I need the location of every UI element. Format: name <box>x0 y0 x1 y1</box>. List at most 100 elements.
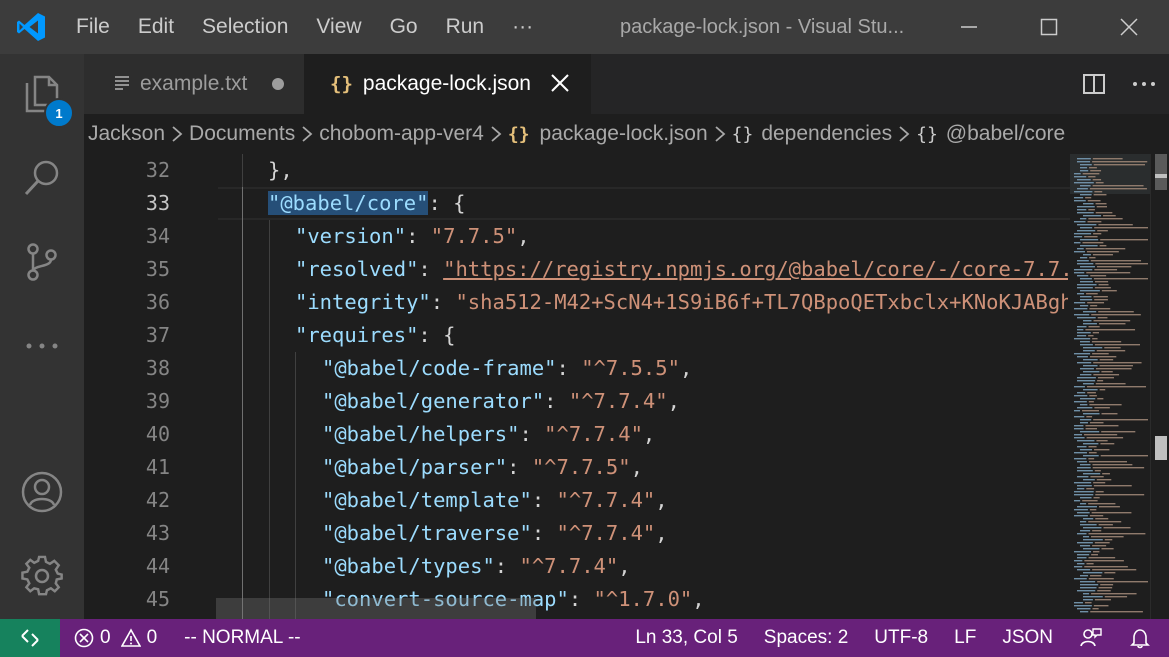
breadcrumb-item[interactable]: Jackson <box>88 122 165 146</box>
chevron-right-icon <box>898 124 910 144</box>
breadcrumb-file[interactable]: {} package-lock.json <box>508 122 708 146</box>
minimap[interactable] <box>1070 154 1150 619</box>
code-line-40: "@babel/helpers": "^7.7.4", <box>322 422 656 446</box>
code-line-42: "@babel/template": "^7.7.4", <box>322 488 668 512</box>
menu-bar: File Edit Selection View Go Run ··· <box>62 0 547 54</box>
warning-count: 0 <box>146 627 158 648</box>
line-number: 32 <box>145 158 170 182</box>
minimize-button[interactable] <box>929 0 1009 54</box>
code-line-35: "resolved": "https://registry.npmjs.org/… <box>295 253 1068 286</box>
remote-indicator-button[interactable] <box>0 619 60 657</box>
breadcrumb-symbol-label: dependencies <box>761 122 893 145</box>
window-title: package-lock.json - Visual Stu... <box>620 16 905 38</box>
json-key: "@babel/core" <box>268 191 429 215</box>
chevron-right-icon <box>301 124 313 144</box>
horizontal-scrollbar[interactable] <box>216 598 536 619</box>
tab-package-lock-json[interactable]: {} package-lock.json <box>304 54 591 114</box>
breadcrumb-file-label: package-lock.json <box>539 122 708 145</box>
line-number: 37 <box>145 323 170 347</box>
menu-run[interactable]: Run <box>432 0 499 54</box>
language-mode[interactable]: JSON <box>989 619 1066 657</box>
scrollbar-position-marker <box>1155 436 1167 460</box>
link: "https://registry.npmjs.org/@babel/core/… <box>443 257 1068 281</box>
json-icon: {} <box>507 123 530 145</box>
menu-more[interactable]: ··· <box>498 0 547 54</box>
menu-file[interactable]: File <box>62 0 124 54</box>
more-icon <box>26 343 58 349</box>
code-area[interactable]: }, "@babel/core": { "version": "7.7.5", … <box>216 154 1068 619</box>
line-number-active: 33 <box>145 191 170 215</box>
chevron-right-icon <box>490 124 502 144</box>
feedback-icon <box>1080 628 1102 647</box>
code-line-38: "@babel/code-frame": "^7.5.5", <box>322 356 693 380</box>
title-bar: File Edit Selection View Go Run ··· pack… <box>0 0 1169 54</box>
manage-button[interactable] <box>0 536 84 616</box>
accounts-button[interactable] <box>0 452 84 532</box>
more-views-button[interactable] <box>0 306 84 386</box>
scrollbar-marker <box>1155 174 1167 178</box>
line-number: 43 <box>145 521 170 545</box>
code-editor[interactable]: 32 33 34 35 36 37 38 39 40 41 42 43 44 4… <box>84 154 1169 619</box>
warning-icon <box>120 628 141 647</box>
error-count: 0 <box>100 627 111 648</box>
cursor-position[interactable]: Ln 33, Col 5 <box>622 619 750 657</box>
tab-bar: example.txt {} package-lock.json <box>84 54 1169 114</box>
text-file-icon <box>114 72 130 96</box>
breadcrumb-symbol-label: @babel/core <box>945 122 1066 145</box>
line-number: 42 <box>145 488 170 512</box>
tab-example-txt[interactable]: example.txt <box>84 54 304 114</box>
explorer-button[interactable]: 1 <box>0 54 84 134</box>
close-window-button[interactable] <box>1089 0 1169 54</box>
status-bar: 0 0 -- NORMAL -- Ln 33, Col 5 Spaces: 2 … <box>0 619 1169 657</box>
split-editor-button[interactable] <box>1069 54 1119 114</box>
ellipsis-icon <box>1133 82 1155 86</box>
close-tab-icon[interactable] <box>549 72 571 100</box>
code-line-36: "integrity": "sha512-M42+ScN4+1S9iB6f+TL… <box>295 290 1068 314</box>
tab-label: example.txt <box>140 72 248 95</box>
scrollbar-thumb[interactable] <box>1155 154 1167 190</box>
line-number: 38 <box>145 356 170 380</box>
more-actions-button[interactable] <box>1119 54 1169 114</box>
code-line-44: "@babel/types": "^7.7.4", <box>322 554 631 578</box>
status-bar-right: Ln 33, Col 5 Spaces: 2 UTF-8 LF JSON <box>622 619 1169 657</box>
encoding-setting[interactable]: UTF-8 <box>861 619 941 657</box>
problems-indicator[interactable]: 0 0 <box>60 619 170 657</box>
source-control-button[interactable] <box>0 222 84 302</box>
feedback-button[interactable] <box>1066 619 1116 657</box>
vscode-window: File Edit Selection View Go Run ··· pack… <box>0 0 1169 657</box>
activity-bar: 1 <box>0 54 84 619</box>
menu-view[interactable]: View <box>302 0 375 54</box>
menu-selection[interactable]: Selection <box>188 0 302 54</box>
window-controls <box>929 0 1169 54</box>
indentation-setting[interactable]: Spaces: 2 <box>751 619 862 657</box>
vertical-scrollbar[interactable] <box>1150 154 1169 619</box>
menu-go[interactable]: Go <box>376 0 432 54</box>
close-icon <box>1120 18 1138 36</box>
menu-edit[interactable]: Edit <box>124 0 188 54</box>
account-icon <box>21 471 63 513</box>
minimize-icon <box>961 26 977 28</box>
breadcrumb-symbol[interactable]: {} dependencies <box>732 122 892 146</box>
line-number: 44 <box>145 554 170 578</box>
line-number: 34 <box>145 224 170 248</box>
vscode-logo-icon <box>0 0 62 54</box>
source-control-icon <box>27 243 57 281</box>
object-symbol-icon: {} <box>916 123 938 145</box>
line-number: 36 <box>145 290 170 314</box>
notifications-button[interactable] <box>1116 619 1169 657</box>
search-icon <box>24 160 59 196</box>
line-number: 39 <box>145 389 170 413</box>
search-button[interactable] <box>0 138 84 218</box>
split-editor-icon <box>1083 74 1105 94</box>
tab-label: package-lock.json <box>362 72 531 95</box>
breadcrumb-symbol[interactable]: {} @babel/core <box>916 122 1065 146</box>
maximize-button[interactable] <box>1009 0 1089 54</box>
unsaved-dot-icon[interactable] <box>272 78 284 90</box>
vim-mode-indicator: -- NORMAL -- <box>184 627 301 648</box>
breadcrumb-item[interactable]: Documents <box>189 122 295 146</box>
code-line-39: "@babel/generator": "^7.7.4", <box>322 389 680 413</box>
error-icon <box>74 628 94 648</box>
eol-setting[interactable]: LF <box>941 619 989 657</box>
maximize-icon <box>1040 18 1058 36</box>
breadcrumb-item[interactable]: chobom-app-ver4 <box>319 122 484 146</box>
